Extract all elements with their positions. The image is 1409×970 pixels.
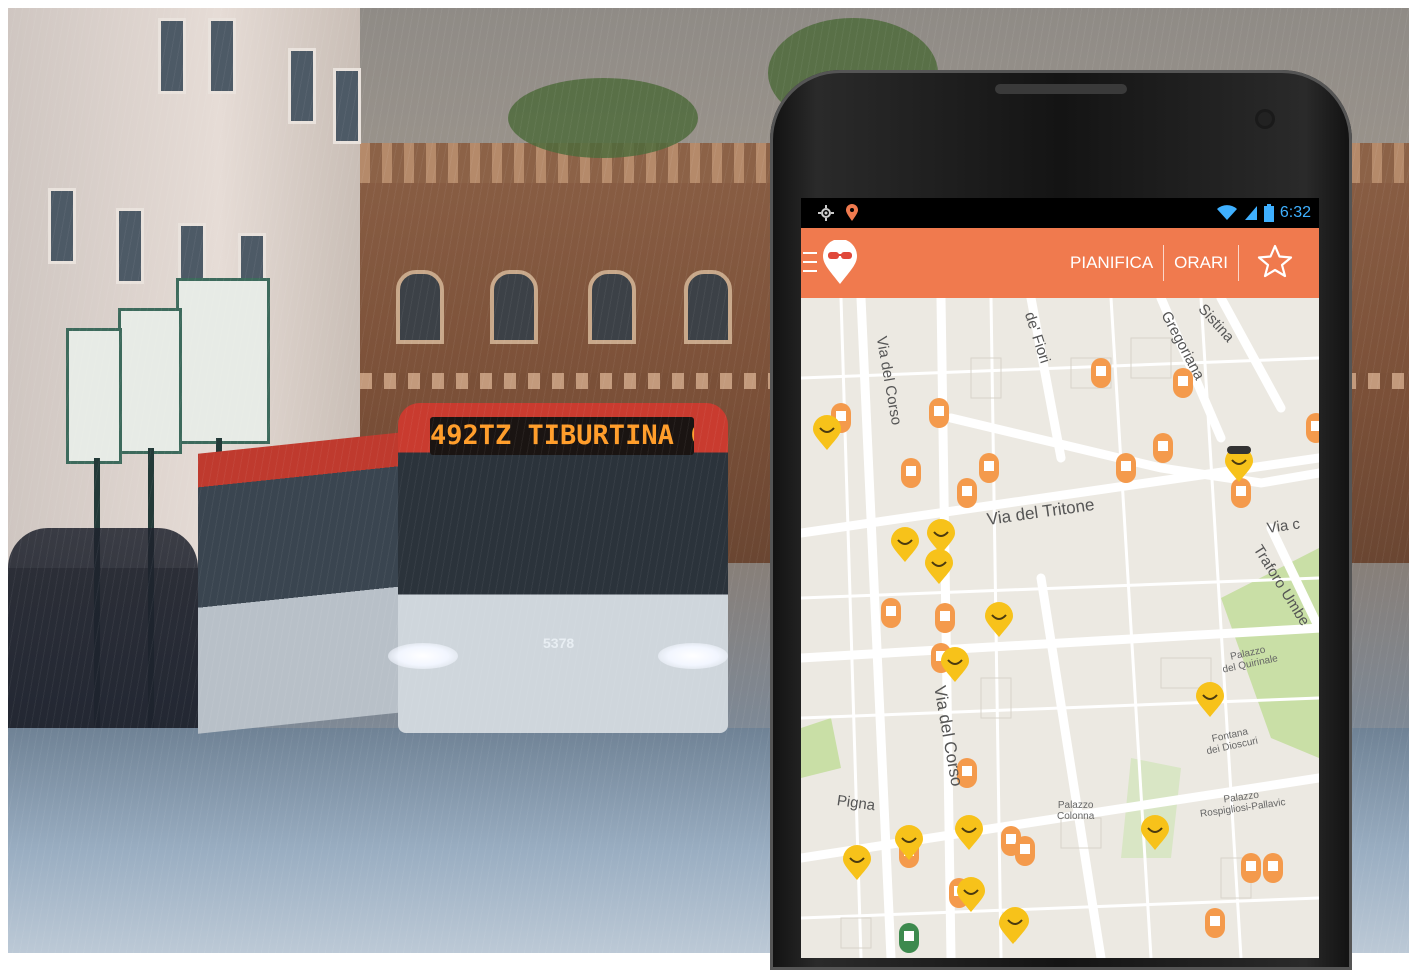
place-label: Palazzo Colonna [1057,800,1095,822]
smartphone: 6:32 PIANIFICA ORARI Via del Corso Via d… [770,70,1352,970]
map-street-grid [801,298,1319,958]
app-logo-icon[interactable] [821,240,859,286]
palazzo-window [588,270,636,344]
bus-headlight [658,643,728,669]
phone-screen: 6:32 PIANIFICA ORARI Via del Corso Via d… [801,198,1319,958]
nav-orari[interactable]: ORARI [1164,253,1238,273]
waiting-people [8,528,198,728]
phone-camera [1258,112,1272,126]
bus-stop-icon [929,398,949,428]
wifi-icon [1216,205,1237,220]
palazzo-window [684,270,732,344]
menu-icon[interactable] [803,252,817,272]
bus-stop-icon [881,598,901,628]
status-bar: 6:32 [801,198,1319,228]
bus: 492TZ TIBURTINA CMB- 5378 [198,403,758,743]
nav-pianifica[interactable]: PIANIFICA [1060,253,1163,273]
location-icon [818,205,834,221]
tree [508,78,698,158]
star-icon [1257,244,1293,277]
bus-stop-sign [118,308,182,454]
palazzo-window [490,270,538,344]
bus-stop-icon [935,603,955,633]
pin-icon [846,204,858,221]
bus-stop-icon [1205,908,1225,938]
bus-stop-icon [957,478,977,508]
bus-destination-sign: 492TZ TIBURTINA CMB- [430,417,694,455]
bus-stop-icon [979,453,999,483]
bus-stop-icon [1153,433,1173,463]
bus-stop-icon [901,458,921,488]
app-nav: PIANIFICA ORARI [1060,228,1301,298]
bus-number: 5378 [543,635,575,651]
bus-stop-icon [1231,478,1251,508]
status-time: 6:32 [1279,204,1311,221]
bus-side [198,432,403,734]
bus-stop-icon [1241,853,1261,883]
app-bar: PIANIFICA ORARI [801,228,1319,298]
bus-stop-icon [1091,358,1111,388]
bus-headlight [388,643,458,669]
transit-map[interactable]: Via del Corso Via del Tritone Via c Traf… [801,298,1319,958]
bus-stop-sign [66,328,122,464]
bus-stop-icon [1306,413,1319,443]
signal-icon [1244,206,1257,220]
bus-stop-icon [1015,836,1035,866]
bus-stop-icon [1116,453,1136,483]
favorites-button[interactable] [1239,244,1301,283]
tram-stop-icon [899,923,919,953]
phone-speaker [995,84,1127,94]
palazzo-window [396,270,444,344]
battery-icon [1263,204,1274,222]
bus-stop-icon [1263,853,1283,883]
